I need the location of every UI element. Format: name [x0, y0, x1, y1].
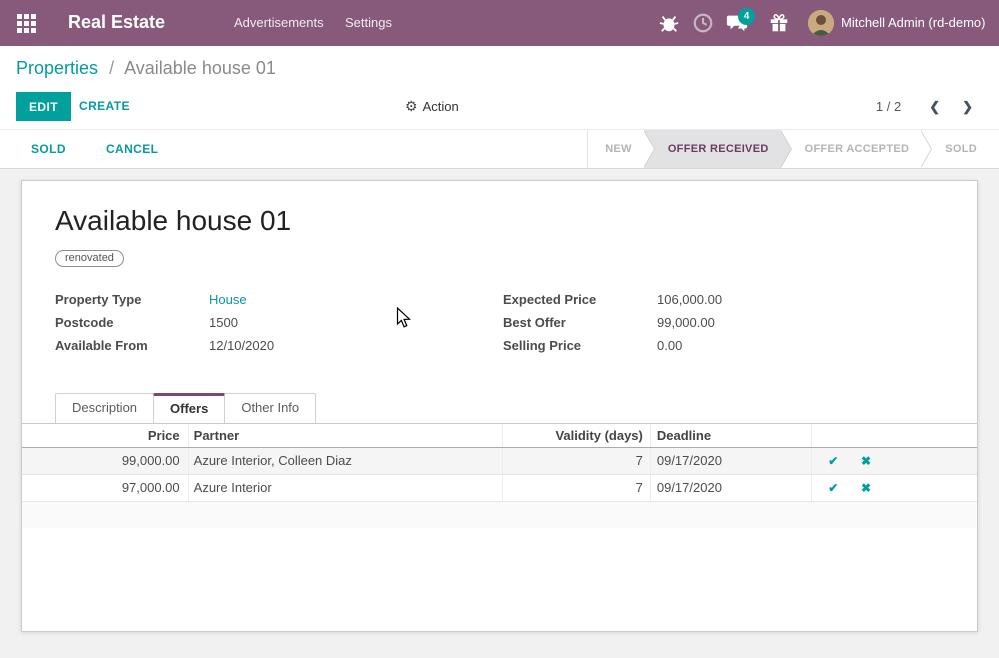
user-avatar[interactable]: [808, 10, 834, 36]
postcode-value: 1500: [209, 315, 238, 330]
offer-partner: Azure Interior, Colleen Diaz: [188, 447, 502, 474]
gear-icon: ⚙: [405, 98, 418, 114]
table-row-empty: [22, 501, 977, 528]
statusbar-buttons: SOLD CANCEL: [0, 130, 164, 168]
menu-settings[interactable]: Settings: [345, 15, 392, 30]
refuse-offer-icon[interactable]: ✖: [861, 454, 871, 468]
expected-price-label: Expected Price: [503, 292, 657, 307]
offer-price: 97,000.00: [22, 474, 188, 501]
tag-renovated: renovated: [55, 250, 124, 267]
column-header-deadline[interactable]: Deadline: [650, 424, 811, 447]
table-row[interactable]: 97,000.00 Azure Interior 7 09/17/2020 ✔ …: [22, 474, 977, 501]
best-offer-label: Best Offer: [503, 315, 657, 330]
statusbar: SOLD CANCEL NEW OFFER RECEIVED OFFER ACC…: [0, 130, 999, 169]
column-header-price[interactable]: Price: [22, 424, 188, 447]
best-offer-value: 99,000.00: [657, 315, 715, 330]
cancel-button[interactable]: CANCEL: [100, 141, 164, 157]
stage-sold[interactable]: SOLD: [921, 130, 999, 168]
user-menu[interactable]: Mitchell Admin (rd-demo): [841, 15, 986, 30]
offer-validity: 7: [502, 474, 650, 501]
accept-offer-icon[interactable]: ✔: [828, 454, 838, 468]
action-label: Action: [423, 99, 459, 114]
pager: 1 / 2 ❮ ❯: [876, 92, 977, 121]
accept-offer-icon[interactable]: ✔: [828, 481, 838, 495]
selling-price-label: Selling Price: [503, 338, 657, 353]
offer-partner: Azure Interior: [188, 474, 502, 501]
refuse-offer-icon[interactable]: ✖: [861, 481, 871, 495]
pager-previous-icon[interactable]: ❮: [925, 99, 944, 115]
expected-price-value: 106,000.00: [657, 292, 722, 307]
breadcrumb-properties-link[interactable]: Properties: [16, 58, 98, 78]
selling-price-value: 0.00: [657, 338, 682, 353]
page-title: Available house 01: [55, 205, 944, 237]
create-button[interactable]: CREATE: [79, 92, 130, 121]
breadcrumb-separator: /: [109, 58, 114, 78]
bug-icon[interactable]: [658, 12, 680, 34]
breadcrumb-current: Available house 01: [124, 58, 276, 78]
available-from-label: Available From: [55, 338, 209, 353]
odoo-window: Real Estate Advertisements Settings 4: [0, 0, 999, 658]
column-header-validity[interactable]: Validity (days): [502, 424, 650, 447]
top-navbar: Real Estate Advertisements Settings 4: [0, 0, 999, 46]
breadcrumb: Properties / Available house 01: [16, 58, 276, 79]
stage-offer-received[interactable]: OFFER RECEIVED: [644, 130, 781, 168]
stage-pipeline: NEW OFFER RECEIVED OFFER ACCEPTED SOLD: [587, 130, 999, 168]
message-count-badge[interactable]: 4: [738, 8, 755, 25]
notebook-tabs: Description Offers Other Info: [22, 393, 977, 424]
postcode-label: Postcode: [55, 315, 209, 330]
stage-new[interactable]: NEW: [588, 130, 644, 168]
clock-icon[interactable]: [692, 12, 714, 34]
pager-counter[interactable]: 1 / 2: [876, 99, 901, 114]
edit-button[interactable]: EDIT: [16, 92, 71, 121]
control-panel: Properties / Available house 01 EDIT CRE…: [0, 46, 999, 130]
column-header-actions: [812, 424, 977, 447]
apps-grid-icon[interactable]: [17, 14, 38, 35]
tab-offers[interactable]: Offers: [153, 393, 225, 423]
offer-validity: 7: [502, 447, 650, 474]
field-group: Property Type House Postcode 1500 Availa…: [55, 292, 944, 361]
offer-deadline: 09/17/2020: [650, 474, 811, 501]
property-type-label: Property Type: [55, 292, 209, 307]
offer-price: 99,000.00: [22, 447, 188, 474]
action-menu-button[interactable]: ⚙ Action: [405, 92, 459, 121]
app-name[interactable]: Real Estate: [68, 12, 165, 33]
property-type-value[interactable]: House: [209, 292, 247, 307]
offer-deadline: 09/17/2020: [650, 447, 811, 474]
stage-offer-accepted[interactable]: OFFER ACCEPTED: [781, 130, 922, 168]
sold-button[interactable]: SOLD: [25, 141, 72, 157]
column-header-partner[interactable]: Partner: [188, 424, 502, 447]
menu-advertisements[interactable]: Advertisements: [234, 15, 324, 30]
pager-next-icon[interactable]: ❯: [958, 99, 977, 115]
gift-icon[interactable]: [768, 12, 790, 34]
table-row[interactable]: 99,000.00 Azure Interior, Colleen Diaz 7…: [22, 447, 977, 474]
tab-other-info[interactable]: Other Info: [224, 393, 316, 423]
form-sheet: Available house 01 renovated Property Ty…: [21, 180, 978, 632]
offers-header-row: Price Partner Validity (days) Deadline: [22, 424, 977, 447]
offers-table: Price Partner Validity (days) Deadline 9…: [22, 424, 977, 528]
available-from-value: 12/10/2020: [209, 338, 274, 353]
form-view: Available house 01 renovated Property Ty…: [0, 169, 999, 658]
tab-description[interactable]: Description: [55, 393, 154, 423]
